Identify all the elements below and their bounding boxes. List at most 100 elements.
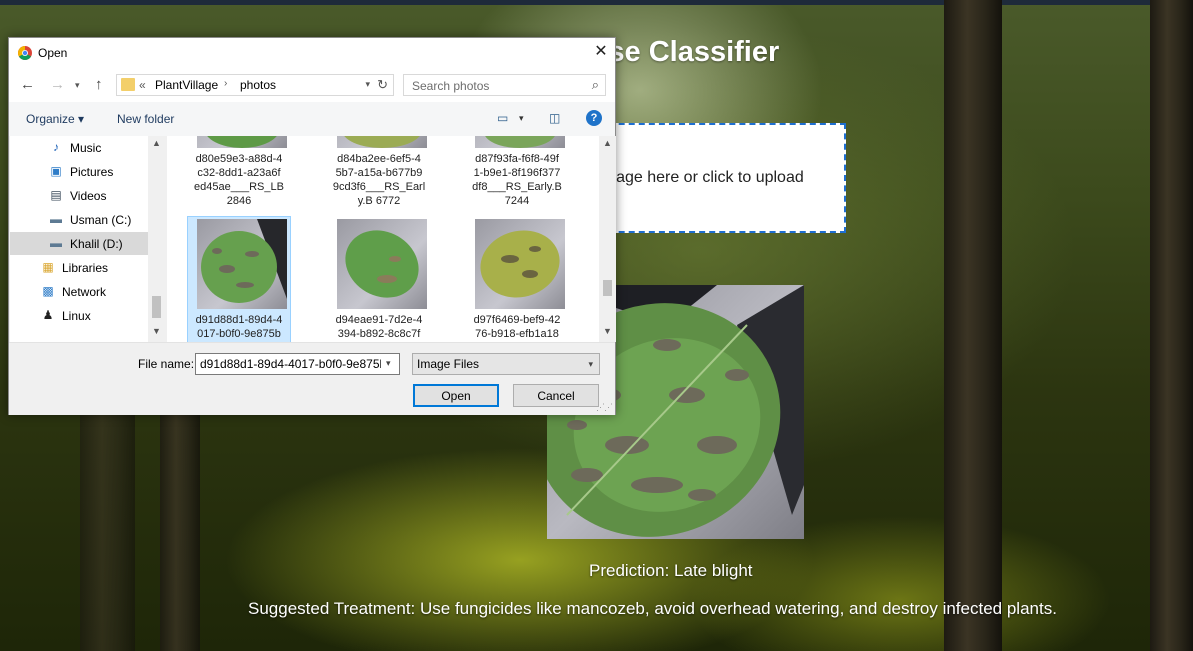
file-tile[interactable]: d87f93fa-f6f8-49f 1-b9e1-8f196f377 df8__…	[465, 136, 569, 212]
dialog-titlebar[interactable]: Open ✕	[9, 38, 615, 68]
sidebar-item-label: Libraries	[62, 261, 109, 275]
help-icon[interactable]: ?	[586, 110, 602, 126]
file-list: d80e59e3-a88d-4 c32-8dd1-a23a6f ed45ae__…	[167, 136, 616, 342]
tree-trunk	[160, 410, 200, 651]
prediction-text: Prediction: Late blight	[589, 561, 753, 580]
libraries-icon: ▦	[42, 260, 54, 274]
sidebar-item-label: Usman (C:)	[70, 213, 132, 227]
file-name-line: d80e59e3-a88d-4	[195, 153, 283, 165]
search-box[interactable]: ⌕	[403, 74, 606, 97]
file-name-line: 76-b918-efb1a18	[475, 328, 559, 340]
file-type-value: Image Files	[417, 357, 480, 371]
leaf-thumbnail	[485, 136, 555, 148]
file-name-line: y.B 6772	[357, 195, 401, 207]
chevron-down-icon[interactable]: ▾	[365, 79, 370, 90]
file-list-scrollbar[interactable]: ▲ ▼	[599, 136, 616, 342]
search-input[interactable]	[404, 75, 589, 97]
sidebar-item-label: Linux	[62, 309, 91, 323]
back-arrow-icon[interactable]: ←	[20, 76, 35, 93]
open-file-dialog: Open ✕ ← → ▾ ↑ « PlantVillage › photos ▾…	[8, 37, 616, 415]
new-folder-button[interactable]: New folder	[117, 112, 174, 126]
dialog-title: Open	[38, 46, 68, 60]
forward-arrow-icon[interactable]: →	[50, 76, 65, 93]
breadcrumb-photos[interactable]: photos	[240, 78, 276, 92]
scrollbar-thumb[interactable]	[152, 296, 161, 318]
resize-grip-icon[interactable]: ⋰⋰	[596, 402, 613, 413]
dialog-footer: File name: ▾ Image Files ▾ Open Cancel ⋰…	[9, 342, 615, 415]
file-name-field[interactable]	[195, 353, 400, 375]
file-tile[interactable]: d94eae91-7d2e-4 394-b892-8c8c7f	[327, 216, 431, 342]
navigation-pane: ♪ Music ▣ Pictures ▤ Videos ▬ Usman (C:)…	[10, 136, 165, 342]
open-button[interactable]: Open	[413, 384, 499, 407]
view-dropdown-icon[interactable]: ▾	[519, 113, 524, 124]
leaf-thumbnail	[480, 230, 560, 298]
file-name-line: d87f93fa-f6f8-49f	[475, 153, 559, 165]
file-name-line: df8___RS_Early.B	[472, 181, 562, 193]
chevron-down-icon: ▾	[588, 359, 593, 369]
file-thumbnail	[197, 136, 287, 148]
navigation-scrollbar[interactable]: ▲ ▼	[148, 136, 165, 342]
file-name-label: File name:	[138, 357, 195, 371]
file-thumbnail	[197, 219, 287, 309]
file-thumbnail	[475, 219, 565, 309]
file-name-line: d91d88d1-89d4-4	[195, 314, 283, 326]
sidebar-item-khalil-drive[interactable]: ▬ Khalil (D:)	[10, 232, 155, 255]
sidebar-item-label: Pictures	[70, 165, 114, 179]
file-name-line: 7244	[504, 195, 530, 207]
sidebar-item-linux[interactable]: ♟ Linux	[10, 304, 155, 327]
drive-icon: ▬	[50, 212, 62, 226]
scroll-down-icon[interactable]: ▼	[148, 326, 165, 336]
folder-icon	[121, 78, 135, 91]
breadcrumb-plantvillage[interactable]: PlantVillage	[155, 78, 218, 92]
sidebar-item-label: Music	[70, 141, 102, 155]
view-options-icon[interactable]: ▭	[497, 111, 508, 125]
videos-icon: ▤	[50, 188, 62, 202]
file-name-line: 5b7-a15a-b677b9	[335, 167, 423, 179]
linux-icon: ♟	[42, 308, 54, 322]
cancel-button[interactable]: Cancel	[513, 384, 599, 407]
file-tile[interactable]: d84ba2ee-6ef5-4 5b7-a15a-b677b9 9cd3f6__…	[327, 136, 431, 212]
sidebar-item-network[interactable]: ▩ Network	[10, 280, 155, 303]
tree-trunk	[944, 0, 1002, 651]
sidebar-item-videos[interactable]: ▤ Videos	[10, 184, 155, 207]
scroll-up-icon[interactable]: ▲	[599, 138, 616, 148]
sidebar-item-libraries[interactable]: ▦ Libraries	[10, 256, 155, 279]
navigation-row: ← → ▾ ↑ « PlantVillage › photos ▾ ↻ ⌕	[9, 68, 615, 102]
scroll-down-icon[interactable]: ▼	[599, 326, 616, 336]
file-name-line: ed45ae___RS_LB	[194, 181, 284, 193]
file-tile[interactable]: d97f6469-bef9-42 76-b918-efb1a18	[465, 216, 569, 342]
dialog-toolbar: Organize ▾ New folder ▭ ▾ ◫ ?	[9, 102, 615, 136]
file-thumbnail	[337, 219, 427, 309]
leaf-thumbnail	[345, 230, 419, 298]
music-icon: ♪	[53, 140, 59, 154]
sidebar-item-music[interactable]: ♪ Music	[10, 136, 155, 159]
file-type-select[interactable]: Image Files ▾	[412, 353, 600, 375]
close-icon[interactable]: ✕	[587, 38, 615, 66]
file-tile-selected[interactable]: d91d88d1-89d4-4 017-b0f0-9e875b	[187, 216, 291, 342]
file-tile[interactable]: d80e59e3-a88d-4 c32-8dd1-a23a6f ed45ae__…	[187, 136, 291, 212]
file-name-line: 394-b892-8c8c7f	[337, 328, 421, 340]
recent-locations-icon[interactable]: ▾	[75, 80, 80, 91]
breadcrumb-overflow[interactable]: «	[139, 78, 146, 92]
preview-pane-icon[interactable]: ◫	[549, 111, 560, 125]
network-icon: ▩	[42, 284, 54, 298]
scroll-up-icon[interactable]: ▲	[148, 138, 165, 148]
file-name-line: c32-8dd1-a23a6f	[197, 167, 281, 179]
up-arrow-icon[interactable]: ↑	[95, 76, 103, 93]
file-name-line: d97f6469-bef9-42	[473, 314, 561, 326]
sidebar-item-usman-drive[interactable]: ▬ Usman (C:)	[10, 208, 155, 231]
file-name-line: 017-b0f0-9e875b	[197, 328, 281, 340]
scrollbar-thumb[interactable]	[603, 280, 612, 296]
file-thumbnail	[337, 136, 427, 148]
organize-button[interactable]: Organize ▾	[26, 112, 84, 126]
chevron-down-icon[interactable]: ▾	[386, 358, 391, 369]
refresh-icon[interactable]: ↻	[377, 77, 388, 93]
sidebar-item-pictures[interactable]: ▣ Pictures	[10, 160, 155, 183]
address-bar[interactable]: « PlantVillage › photos ▾ ↻	[116, 74, 394, 96]
leaf-thumbnail	[207, 136, 277, 148]
tree-trunk	[1150, 0, 1193, 651]
pictures-icon: ▣	[50, 164, 62, 178]
breadcrumb-separator: ›	[224, 78, 228, 89]
file-thumbnail	[475, 136, 565, 148]
file-name-line: 9cd3f6___RS_Earl	[332, 181, 426, 193]
